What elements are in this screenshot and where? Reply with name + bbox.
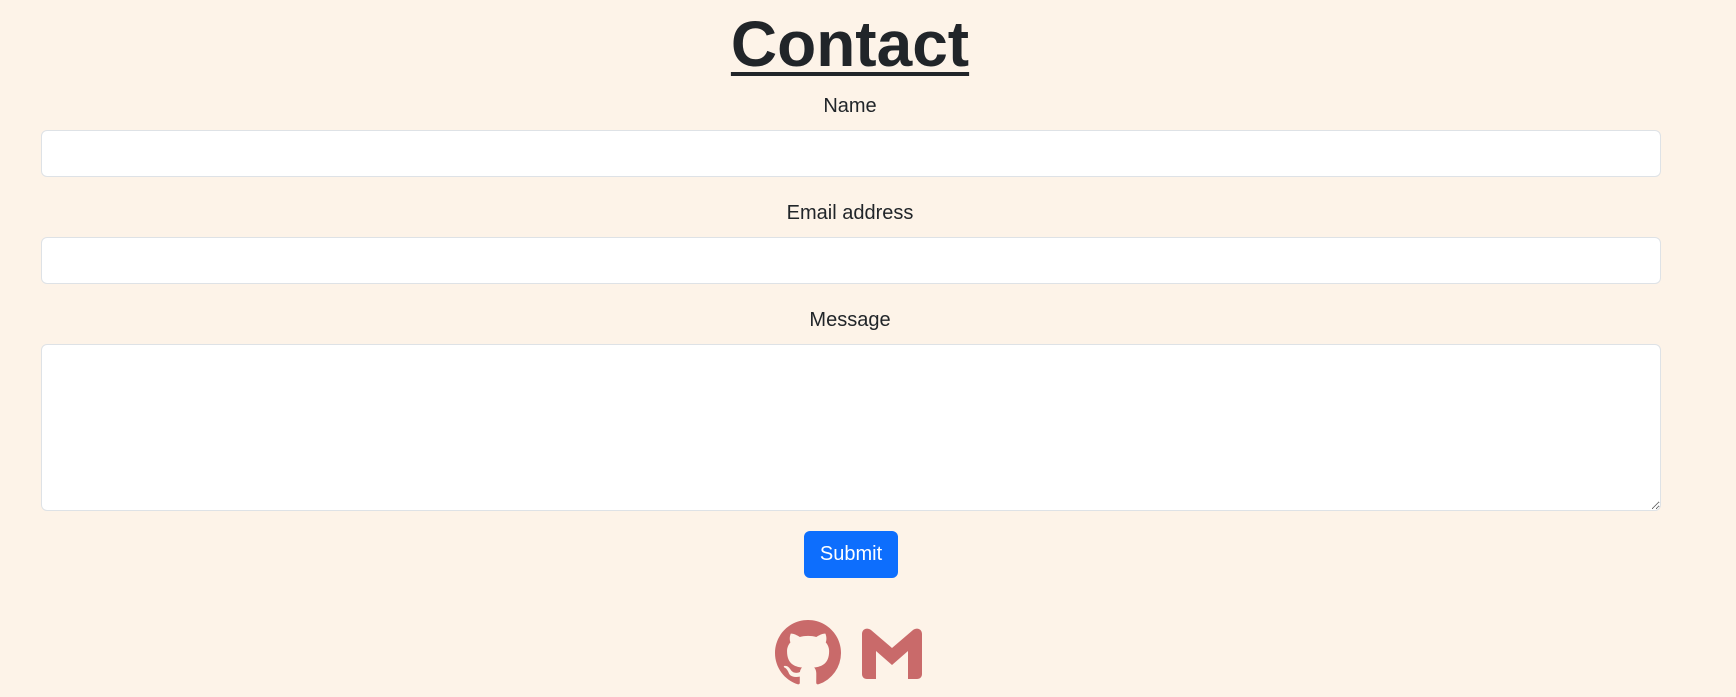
gmail-link[interactable]: [859, 620, 925, 686]
name-label: Name: [823, 95, 877, 117]
submit-button[interactable]: Submit: [804, 531, 898, 578]
contact-page: Contact Name Email address Message Submi…: [0, 0, 1736, 697]
social-links: [0, 620, 1700, 686]
email-input[interactable]: [41, 237, 1661, 284]
gmail-icon: [862, 628, 922, 679]
github-icon: [775, 620, 841, 685]
page-title: Contact: [730, 8, 970, 80]
github-link[interactable]: [775, 620, 841, 686]
message-textarea[interactable]: [41, 344, 1661, 511]
email-label: Email address: [786, 202, 914, 224]
message-label: Message: [809, 309, 891, 331]
name-input[interactable]: [41, 130, 1661, 177]
